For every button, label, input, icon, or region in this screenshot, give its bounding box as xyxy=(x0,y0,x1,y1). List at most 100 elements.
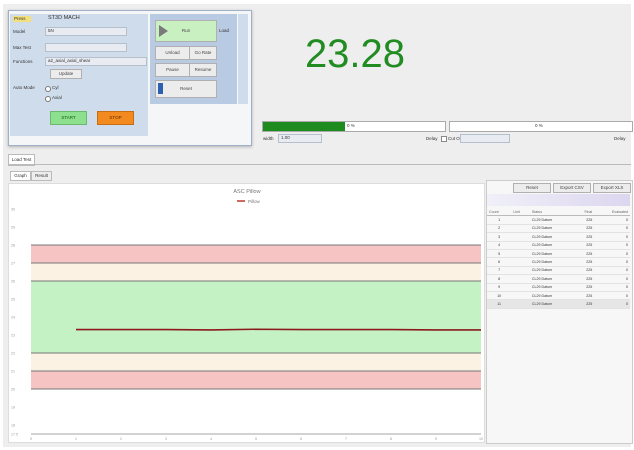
reset-icon xyxy=(158,83,163,94)
auto-mode-label: Auto Mode xyxy=(13,85,35,90)
cutoff-field[interactable] xyxy=(460,134,510,143)
table-cell: CL29 Datum xyxy=(529,257,574,267)
reset-button[interactable]: Reset xyxy=(155,80,217,98)
table-cell: 0 xyxy=(594,274,630,284)
limit-band xyxy=(31,281,481,353)
export-xls-button[interactable]: Export XLS xyxy=(593,183,631,193)
pause-button[interactable]: Pause xyxy=(155,63,190,77)
run-button[interactable]: Run xyxy=(155,20,217,42)
table-cell: CL29 Datum xyxy=(529,299,574,309)
table-cell: 0 xyxy=(594,299,630,309)
grid-group-band xyxy=(487,194,630,206)
table-cell: 0 xyxy=(594,215,630,225)
table-cell: CL29 Datum xyxy=(529,232,574,242)
y-tick-label: 19 xyxy=(11,406,15,410)
side-label: Load xyxy=(219,28,230,33)
table-cell xyxy=(511,266,530,276)
table-row[interactable]: 9 CL29 Datum 225 0 xyxy=(487,283,630,292)
x-tick-label: 2 xyxy=(120,437,122,441)
table-cell: 4 xyxy=(487,241,512,250)
x-tick-label: 6 xyxy=(300,437,302,441)
table-cell xyxy=(511,232,530,242)
table-cell: CL29 Datum xyxy=(529,266,574,276)
x-tick-label: 1 xyxy=(75,437,77,441)
functions-field[interactable]: a2_axial_axial_shear xyxy=(45,57,147,66)
play-icon xyxy=(159,25,168,37)
table-cell: 7 xyxy=(487,266,512,276)
load-chart: ASC Pillow Pillow 17.5181920212223242526… xyxy=(11,189,483,441)
table-cell: 0 xyxy=(594,241,630,250)
width-label: width xyxy=(263,136,274,141)
y-tick-label: 21 xyxy=(11,370,15,374)
table-row[interactable]: 6 CL29 Datum 225 0 xyxy=(487,257,630,267)
table-cell xyxy=(511,291,530,301)
table-cell xyxy=(511,241,530,250)
column-header[interactable]: Status xyxy=(529,208,574,217)
table-row[interactable]: 5 CL29 Datum 225 0 xyxy=(487,249,630,259)
table-row[interactable]: 3 CL29 Datum 225 0 xyxy=(487,232,630,242)
column-header[interactable]: Evaluated xyxy=(594,208,630,217)
table-cell xyxy=(511,249,530,259)
x-tick-label: 0 xyxy=(30,437,32,441)
table-cell: 225 xyxy=(573,291,595,301)
go-rate-button[interactable]: Go Rate xyxy=(189,46,217,60)
column-header[interactable]: Unit xyxy=(511,208,530,217)
table-row[interactable]: 4 CL29 Datum 225 0 xyxy=(487,241,630,250)
y-tick-label: 20 xyxy=(11,388,15,392)
width-field[interactable]: 1.00 xyxy=(278,134,322,143)
table-cell: 0 xyxy=(594,249,630,259)
export-csv-button[interactable]: Export CSV xyxy=(553,183,591,193)
column-header[interactable]: Count xyxy=(487,208,512,217)
radio-cyl-label: Cyl xyxy=(52,85,59,90)
table-cell: 225 xyxy=(573,257,595,267)
y-tick-label: 24 xyxy=(11,316,15,320)
start-button[interactable]: START xyxy=(50,111,87,125)
unload-button[interactable]: Unload xyxy=(155,46,190,60)
cutoff-checkbox[interactable] xyxy=(441,136,447,142)
table-row[interactable]: 1 CL29 Datum 225 0 xyxy=(487,215,630,225)
stop-button[interactable]: STOP xyxy=(97,111,134,125)
table-row[interactable]: 10 CL29 Datum 225 0 xyxy=(487,291,630,301)
table-cell: 2 xyxy=(487,224,512,234)
table-row[interactable]: 7 CL29 Datum 225 0 xyxy=(487,266,630,276)
table-row[interactable]: 8 CL29 Datum 225 0 xyxy=(487,274,630,284)
table-cell: CL29 Datum xyxy=(529,241,574,250)
chart-title: ASC Pillow xyxy=(233,189,260,195)
table-reset-button[interactable]: Reset xyxy=(513,183,551,193)
load-readout: 23.28 xyxy=(304,32,406,76)
table-cell: 225 xyxy=(573,224,595,234)
progress-left-text: 0 % xyxy=(347,123,355,128)
y-tick-label: 23 xyxy=(11,334,15,338)
y-tick-label: 25 xyxy=(11,298,15,302)
radio-axial-label: Axial xyxy=(52,95,62,100)
table-cell: 225 xyxy=(573,215,595,225)
table-row[interactable]: 11 CL29 Datum 225 0 xyxy=(487,299,630,309)
update-button[interactable]: Update xyxy=(50,69,82,79)
y-tick-label: 22 xyxy=(11,352,15,356)
y-tick-label: 27 xyxy=(11,262,15,266)
table-cell: 1 xyxy=(487,215,512,225)
column-header[interactable]: Final xyxy=(573,208,595,217)
x-tick-label: 3 xyxy=(165,437,167,441)
radio-axial[interactable] xyxy=(45,96,51,102)
model-field[interactable]: 5N xyxy=(45,27,127,36)
limit-band xyxy=(31,353,481,371)
limit-band xyxy=(31,245,481,263)
tab-result[interactable]: Result xyxy=(31,171,52,181)
radio-cyl[interactable] xyxy=(45,86,51,92)
table-cell: CL29 Datum xyxy=(529,283,574,292)
table-cell: 10 xyxy=(487,291,512,301)
pillow-series-line xyxy=(76,328,481,331)
field-label-functions: Functions xyxy=(13,59,33,64)
legend-label: Pillow xyxy=(248,199,261,204)
table-cell: CL29 Datum xyxy=(529,274,574,284)
resume-button[interactable]: Resume xyxy=(189,63,217,77)
side-strip xyxy=(238,14,248,104)
table-cell: 225 xyxy=(573,232,595,242)
table-row[interactable]: 2 CL29 Datum 225 0 xyxy=(487,224,630,234)
x-tick-label: 8 xyxy=(390,437,392,441)
field-label-model: Model xyxy=(13,29,26,34)
table-cell xyxy=(511,283,530,292)
tab-graph[interactable]: Graph xyxy=(10,171,31,181)
max-test-field[interactable] xyxy=(45,43,127,52)
